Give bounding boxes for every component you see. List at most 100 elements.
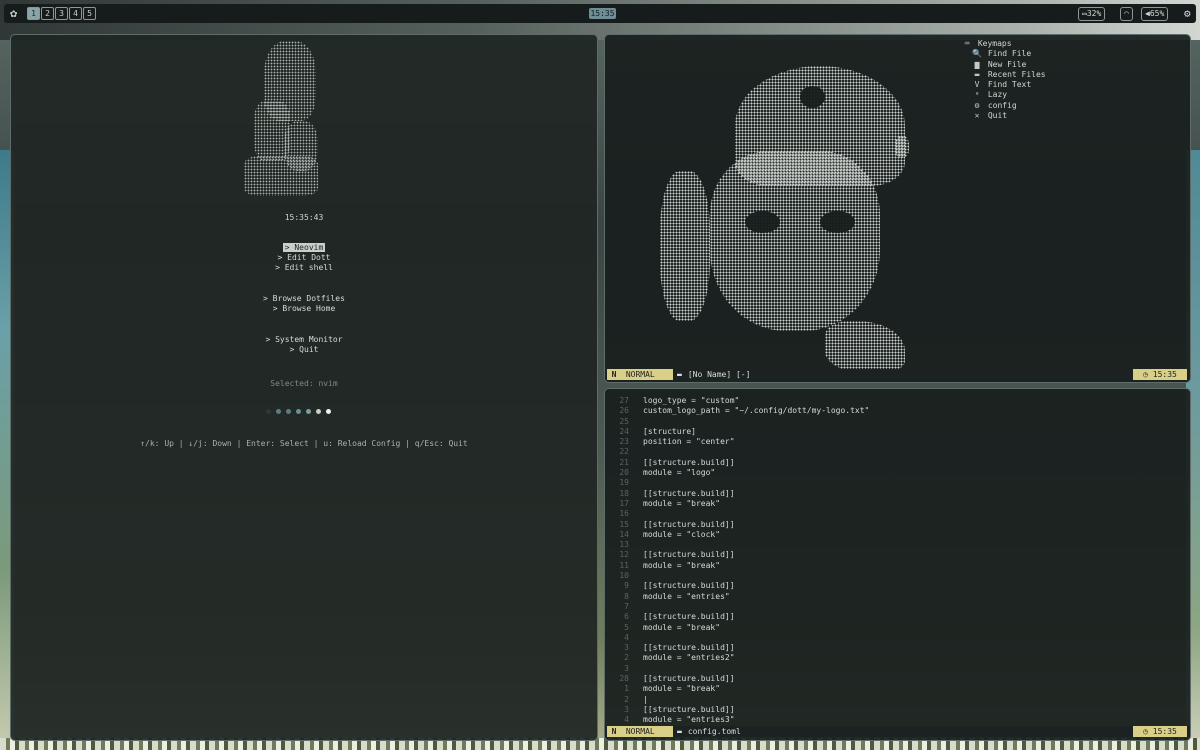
statusline-clock: ◷ 15:35 xyxy=(1133,726,1187,737)
line-text: module = "break" xyxy=(643,560,721,570)
menu-item-label: > Neovim xyxy=(282,243,326,252)
menu-item-neovim[interactable]: > Neovim xyxy=(11,243,597,253)
menu-item-edit-dott[interactable]: > Edit Dott xyxy=(11,253,597,263)
code-line[interactable]: 8 module = "entries" xyxy=(609,592,869,602)
workspace-5[interactable]: 5 xyxy=(83,7,96,20)
keymap-config[interactable]: ⚙ config xyxy=(971,101,1046,111)
keymap-quit[interactable]: ✕ Quit xyxy=(971,111,1046,121)
line-number: 4 xyxy=(624,715,629,725)
launcher-icon[interactable]: ✿ xyxy=(10,7,23,20)
menu-item-quit[interactable]: > Quit xyxy=(11,345,597,355)
code-line[interactable]: 5 module = "break" xyxy=(609,623,869,633)
code-line[interactable]: 12 [[structure.build]] xyxy=(609,550,869,560)
code-line[interactable]: 17 module = "break" xyxy=(609,499,869,509)
code-line[interactable]: 3 [[structure.build]] xyxy=(609,705,869,715)
workspace-3[interactable]: 3 xyxy=(55,7,68,20)
line-text: module = "logo" xyxy=(643,468,716,478)
line-text: module = "break" xyxy=(643,684,721,694)
text-search-icon: V xyxy=(974,80,980,90)
keymaps-menu: ⌨ Keymaps 🔍 Find File ▆ New File ▬ Recen… xyxy=(965,39,1046,121)
code-line[interactable]: 4 module = "entries3" xyxy=(609,715,869,725)
keymap-find-file[interactable]: 🔍 Find File xyxy=(971,49,1046,59)
code-line[interactable]: 3 xyxy=(609,664,869,674)
code-line[interactable]: 19 xyxy=(609,478,869,488)
volume-chip[interactable]: ◀65% xyxy=(1141,7,1169,21)
code-line[interactable]: 24 [structure] xyxy=(609,427,869,437)
code-line[interactable]: 3 [[structure.build]] xyxy=(609,643,869,653)
code-editor[interactable]: 27 logo_type = "custom" 26 custom_logo_path… xyxy=(609,396,869,726)
keymap-find-text[interactable]: V Find Text xyxy=(971,80,1046,90)
code-line[interactable]: 23 position = "center" xyxy=(609,437,869,447)
gear-icon: ⚙ xyxy=(974,100,980,110)
line-text: module = "clock" xyxy=(643,529,721,539)
editor-window: 27 logo_type = "custom" 26 custom_logo_path… xyxy=(604,388,1191,741)
palette-dot xyxy=(296,409,301,414)
line-text: [[structure.build]] xyxy=(643,488,735,498)
palette-dot xyxy=(316,409,321,414)
keybind-help: ↑/k: Up | ↓/j: Down | Enter: Select | u:… xyxy=(140,439,468,448)
wifi-chip[interactable]: ◠ xyxy=(1120,7,1133,21)
menu-item-system-monitor[interactable]: > System Monitor xyxy=(11,335,597,345)
sleep-icon: ᵃ xyxy=(974,90,980,100)
mode-icon: N xyxy=(611,370,617,379)
code-line[interactable]: 6 [[structure.build]] xyxy=(609,612,869,622)
line-number: 9 xyxy=(624,581,629,591)
workspace-4[interactable]: 4 xyxy=(69,7,82,20)
code-line[interactable]: 15 [[structure.build]] xyxy=(609,520,869,530)
code-line[interactable]: 18 [[structure.build]] xyxy=(609,489,869,499)
code-line[interactable]: 7 xyxy=(609,602,869,612)
line-text: module = "entries3" xyxy=(643,715,735,725)
line-text: [[structure.build]] xyxy=(643,643,735,653)
wifi-icon: ◠ xyxy=(1124,9,1129,18)
code-line[interactable]: 2 module = "entries2" xyxy=(609,653,869,663)
code-line[interactable]: 1 module = "break" xyxy=(609,684,869,694)
code-line[interactable]: 2 | xyxy=(609,695,869,705)
code-line[interactable]: 4 xyxy=(609,633,869,643)
line-number: 2 xyxy=(624,653,629,663)
line-number: 2 xyxy=(624,694,629,704)
line-number: 27 xyxy=(619,396,629,405)
code-line[interactable]: 14 module = "clock" xyxy=(609,530,869,540)
keyboard-icon: ⌨ xyxy=(964,39,970,48)
topbar-clock[interactable]: 15:35 xyxy=(589,8,616,19)
code-line[interactable]: 11 module = "break" xyxy=(609,561,869,571)
battery-chip[interactable]: ▭32% xyxy=(1078,7,1106,21)
menu-item-edit-shell[interactable]: > Edit shell xyxy=(11,263,597,273)
code-line[interactable]: 13 xyxy=(609,540,869,550)
workspace-1[interactable]: 1 xyxy=(27,7,40,20)
code-line[interactable]: 22 xyxy=(609,447,869,457)
menu-item-browse-dotfiles[interactable]: > Browse Dotfiles xyxy=(11,294,597,304)
menu-item-browse-home[interactable]: > Browse Home xyxy=(11,304,597,314)
clock-icon: ◷ xyxy=(1143,727,1148,736)
code-line[interactable]: 28 [[structure.build]] xyxy=(609,674,869,684)
line-number: 4 xyxy=(624,632,629,642)
keymap-new-file[interactable]: ▆ New File xyxy=(971,60,1046,70)
clock-icon: ◷ xyxy=(1143,370,1148,379)
code-line[interactable]: 10 xyxy=(609,571,869,581)
workspace-2[interactable]: 2 xyxy=(41,7,54,20)
keymap-lazy[interactable]: ᵃ Lazy xyxy=(971,90,1046,100)
keymap-recent-files[interactable]: ▬ Recent Files xyxy=(971,70,1046,80)
line-number: 25 xyxy=(619,416,629,426)
line-text: position = "center" xyxy=(643,437,735,447)
neovim-dashboard-window: ⌨ Keymaps 🔍 Find File ▆ New File ▬ Recen… xyxy=(604,34,1191,383)
code-line[interactable]: 20 module = "logo" xyxy=(609,468,869,478)
line-number: 20 xyxy=(619,468,629,478)
line-text: module = "break" xyxy=(643,498,721,508)
code-line[interactable]: 16 xyxy=(609,509,869,519)
palette-dot xyxy=(276,409,281,414)
keymaps-title: ⌨ Keymaps xyxy=(961,39,1046,49)
code-line[interactable]: 26 custom_logo_path = "~/.config/dott/my-… xyxy=(609,406,869,416)
code-line[interactable]: 21 [[structure.build]] xyxy=(609,458,869,468)
line-number: 3 xyxy=(624,643,629,653)
line-text: [[structure.build]] xyxy=(643,674,735,684)
line-number: 17 xyxy=(619,498,629,508)
line-number: 24 xyxy=(619,426,629,436)
code-line[interactable]: 27 logo_type = "custom" xyxy=(609,396,869,406)
gear-icon[interactable]: ⚙ xyxy=(1184,7,1191,20)
line-number: 26 xyxy=(619,406,629,416)
line-number: 8 xyxy=(624,591,629,601)
code-line[interactable]: 25 xyxy=(609,417,869,427)
buffer-name: ▬ [No Name] [-] xyxy=(677,370,751,379)
code-line[interactable]: 9 [[structure.build]] xyxy=(609,581,869,591)
